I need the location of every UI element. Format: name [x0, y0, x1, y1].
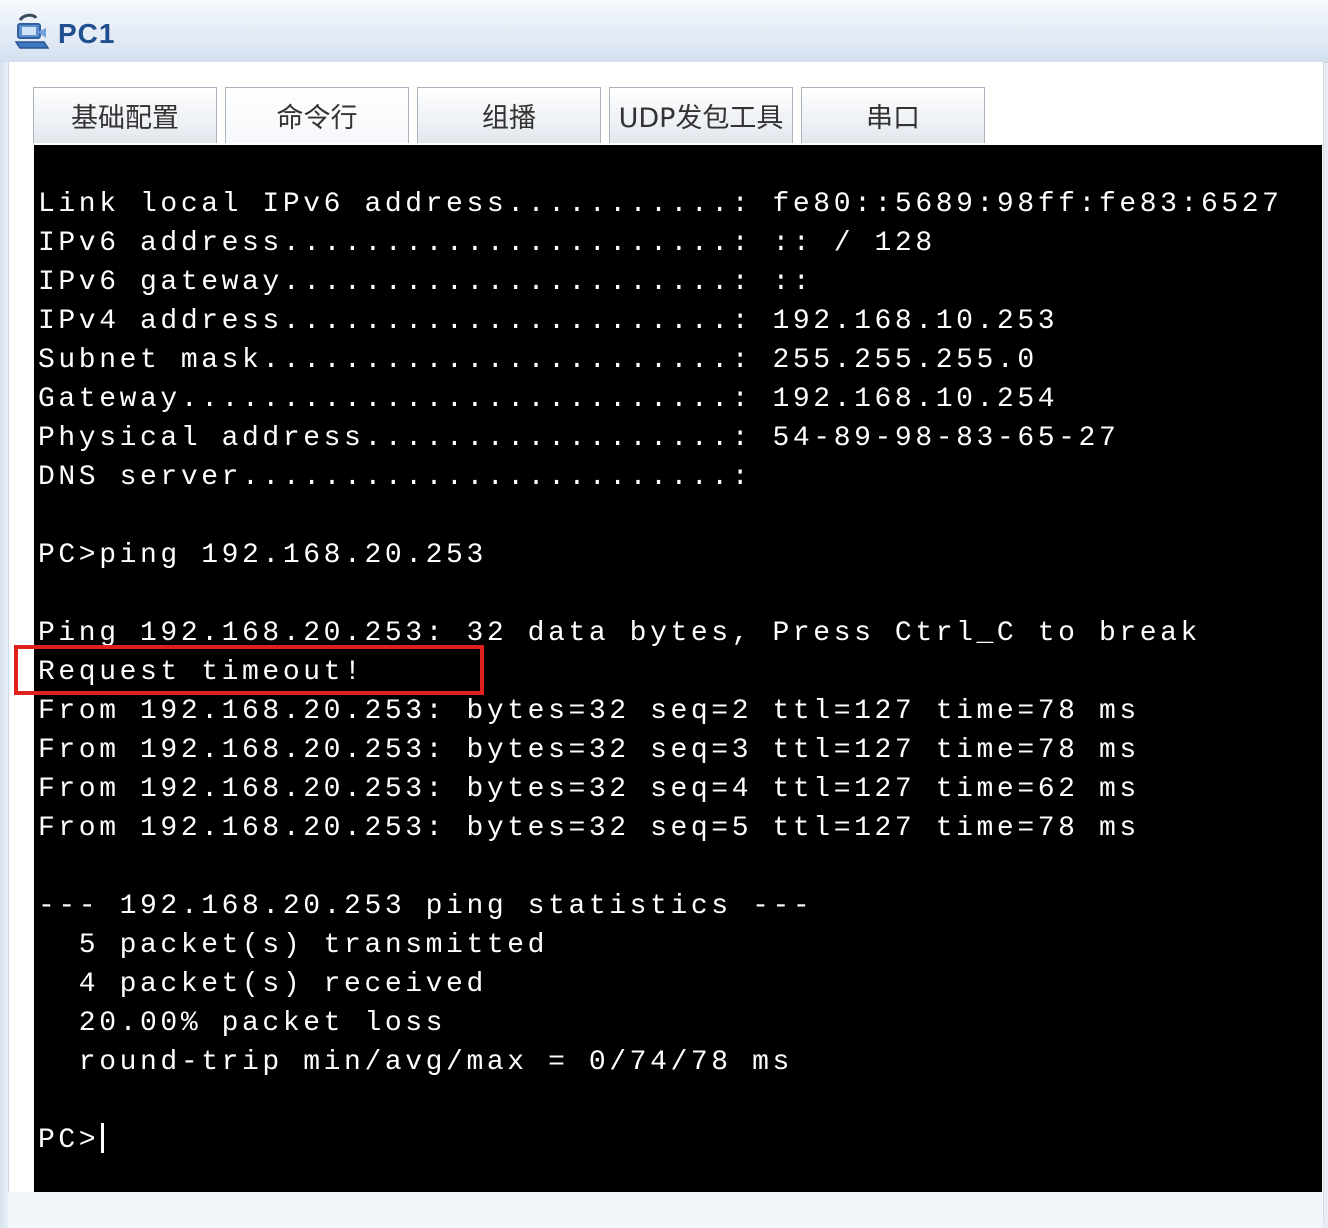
terminal-line: Physical address..................: 54-8…	[38, 423, 1120, 454]
terminal-line-request-timeout: Request timeout!	[38, 657, 365, 688]
terminal-line: Gateway...........................: 192.…	[38, 384, 1059, 415]
terminal-line: IPv6 gateway......................: ::	[38, 267, 814, 298]
terminal-line: 4 packet(s) received	[38, 969, 487, 1000]
terminal-line: --- 192.168.20.253 ping statistics ---	[38, 891, 814, 922]
tab-basic-config[interactable]: 基础配置	[33, 87, 217, 143]
terminal-line: Link local IPv6 address...........: fe80…	[38, 189, 1283, 220]
command-line-terminal[interactable]: Link local IPv6 address...........: fe80…	[34, 145, 1322, 1192]
window-title: PC1	[58, 18, 116, 49]
terminal-prompt-line[interactable]: PC>	[38, 1121, 1283, 1160]
terminal-line: Ping 192.168.20.253: 32 data bytes, Pres…	[38, 618, 1201, 649]
network-host-icon	[14, 12, 50, 52]
terminal-line: DNS server........................:	[38, 462, 753, 493]
tab-serial-port[interactable]: 串口	[801, 87, 985, 143]
terminal-line: round-trip min/avg/max = 0/74/78 ms	[38, 1047, 793, 1078]
terminal-line: PC>ping 192.168.20.253	[38, 540, 487, 571]
window-bottom-edge	[8, 1192, 1322, 1228]
terminal-line: IPv6 address......................: :: /…	[38, 228, 936, 259]
terminal-line: Subnet mask.......................: 255.…	[38, 345, 1038, 376]
terminal-line: From 192.168.20.253: bytes=32 seq=4 ttl=…	[38, 774, 1140, 805]
terminal-line: IPv4 address......................: 192.…	[38, 306, 1059, 337]
pc1-window: PC1 基础配置 命令行 组播 UDP发包工具 串口 Link local IP…	[0, 0, 1328, 1228]
terminal-line: From 192.168.20.253: bytes=32 seq=5 ttl=…	[38, 813, 1140, 844]
title-bar: PC1	[0, 0, 1328, 63]
terminal-line: From 192.168.20.253: bytes=32 seq=3 ttl=…	[38, 735, 1140, 766]
tab-multicast[interactable]: 组播	[417, 87, 601, 143]
terminal-line: 5 packet(s) transmitted	[38, 930, 549, 961]
window-left-edge	[0, 62, 8, 1228]
tab-udp-packet-tool[interactable]: UDP发包工具	[609, 87, 793, 143]
terminal-line: 20.00% packet loss	[38, 1008, 447, 1039]
tab-bar: 基础配置 命令行 组播 UDP发包工具 串口	[33, 87, 993, 145]
terminal-output: Link local IPv6 address...........: fe80…	[38, 185, 1283, 1160]
terminal-line: From 192.168.20.253: bytes=32 seq=2 ttl=…	[38, 696, 1140, 727]
tab-command-line[interactable]: 命令行	[225, 87, 409, 143]
text-cursor	[101, 1123, 105, 1153]
terminal-prompt: PC>	[38, 1125, 100, 1156]
